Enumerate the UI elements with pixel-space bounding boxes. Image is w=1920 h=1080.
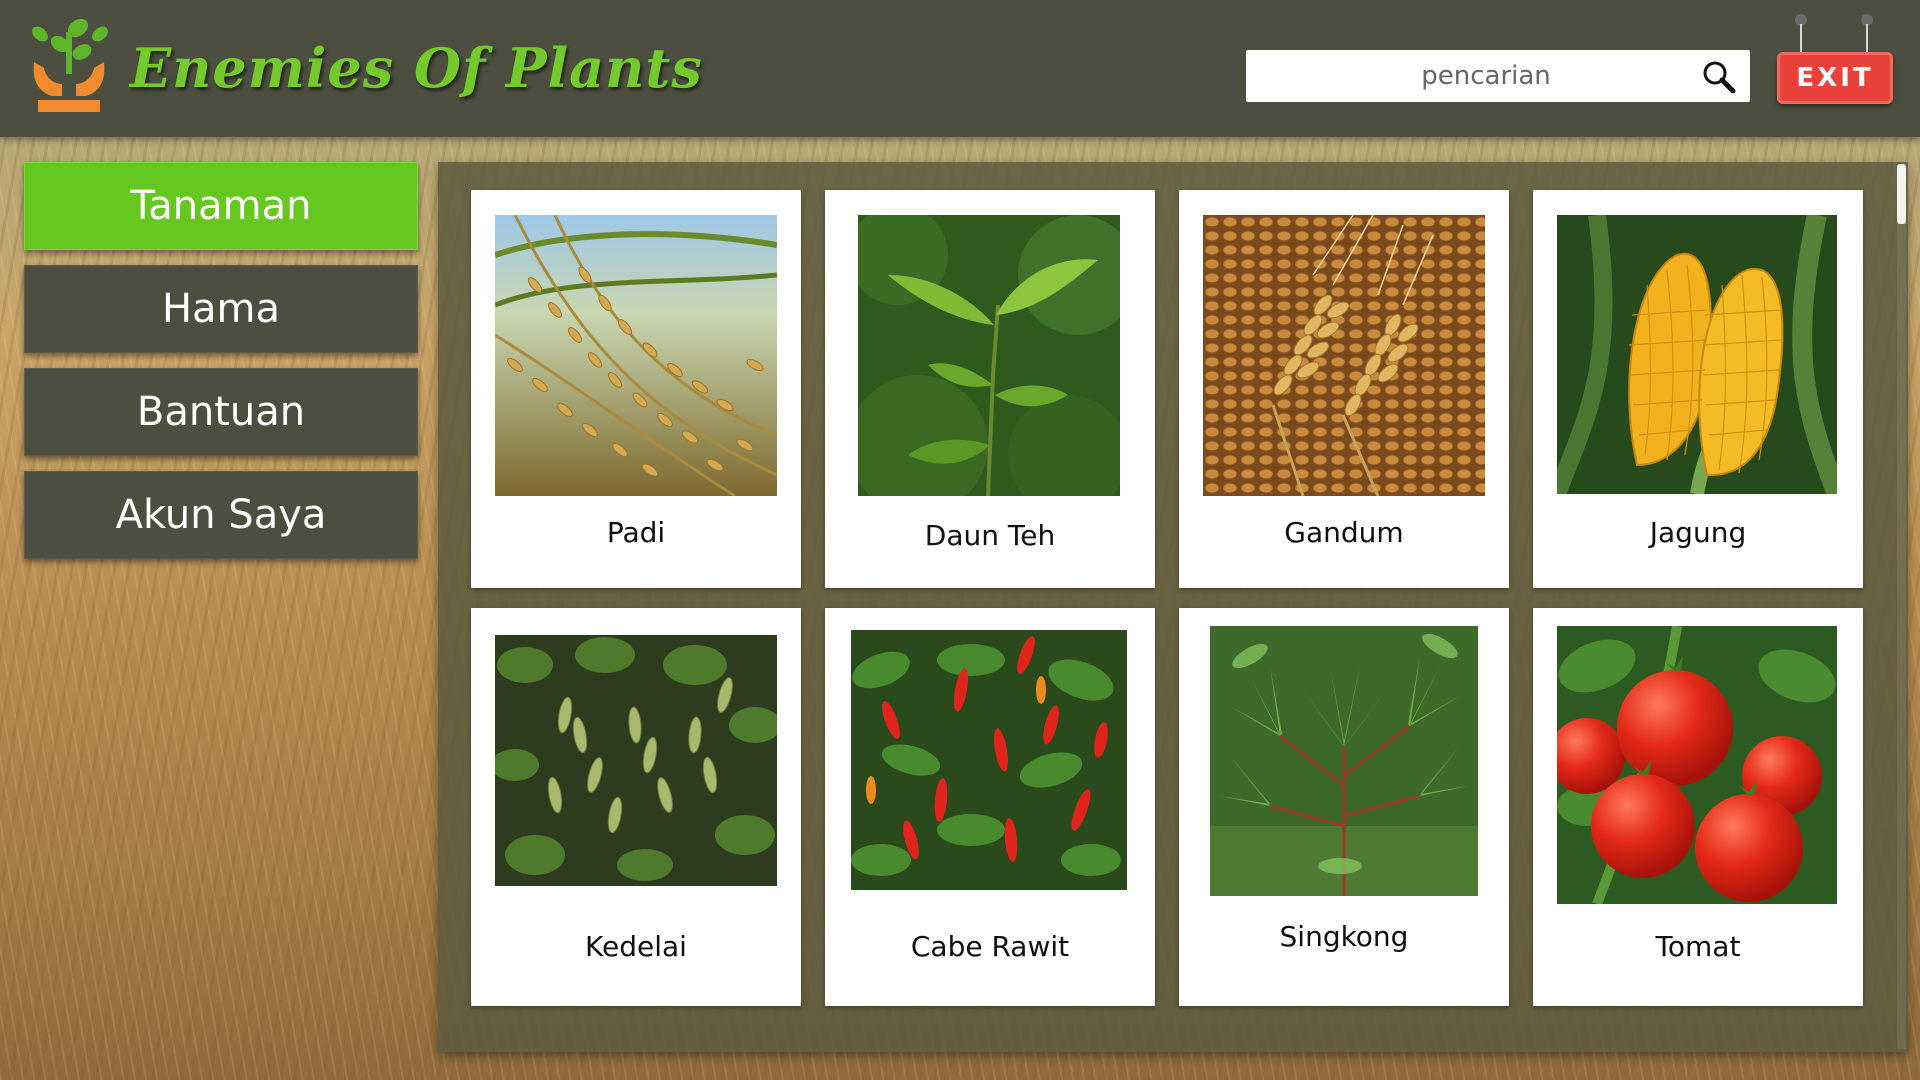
plant-card-tomat[interactable]: Tomat bbox=[1533, 608, 1863, 1006]
plant-label: Gandum bbox=[1284, 516, 1404, 549]
plant-card-daun-teh[interactable]: Daun Teh bbox=[825, 190, 1155, 588]
vertical-scrollbar[interactable] bbox=[1897, 164, 1906, 1049]
search-icon[interactable] bbox=[1702, 60, 1736, 94]
plant-card-cabe-rawit[interactable]: Cabe Rawit bbox=[825, 608, 1155, 1006]
exit-button[interactable]: EXIT bbox=[1777, 52, 1893, 104]
app-window: Enemies Of Plants EXIT Tanaman Hama Bant… bbox=[0, 0, 1920, 1080]
header-bar: Enemies Of Plants EXIT bbox=[0, 0, 1920, 137]
hanging-string bbox=[1800, 24, 1802, 54]
plant-card-singkong[interactable]: Singkong bbox=[1179, 608, 1509, 1006]
corn-photo bbox=[1557, 215, 1837, 494]
plant-label: Padi bbox=[606, 516, 666, 549]
plant-card-gandum[interactable]: Gandum bbox=[1179, 190, 1509, 588]
plant-card-kedelai[interactable]: Kedelai bbox=[471, 608, 801, 1006]
sidebar-item-bantuan[interactable]: Bantuan bbox=[24, 368, 418, 456]
plant-label: Tomat bbox=[1655, 930, 1741, 963]
plant-label: Jagung bbox=[1649, 516, 1747, 549]
plant-label: Cabe Rawit bbox=[910, 930, 1070, 963]
search-bar bbox=[1246, 50, 1750, 102]
tea-leaf-photo bbox=[858, 215, 1120, 496]
cassava-photo bbox=[1210, 626, 1478, 896]
sidebar-item-akun-saya[interactable]: Akun Saya bbox=[24, 471, 418, 559]
search-input[interactable] bbox=[1246, 50, 1686, 102]
plant-hands-logo-icon bbox=[28, 14, 110, 116]
wheat-photo bbox=[1203, 215, 1485, 496]
plant-label: Kedelai bbox=[585, 930, 687, 963]
app-title: Enemies Of Plants bbox=[130, 36, 703, 100]
plant-card-jagung[interactable]: Jagung bbox=[1533, 190, 1863, 588]
tomato-photo bbox=[1557, 626, 1837, 904]
exit-sign: EXIT bbox=[1775, 14, 1895, 104]
sidebar-nav: Tanaman Hama Bantuan Akun Saya bbox=[24, 162, 420, 574]
rice-photo bbox=[495, 215, 777, 496]
soybean-photo bbox=[495, 635, 777, 886]
plant-label: Singkong bbox=[1279, 920, 1409, 953]
plant-label: Daun Teh bbox=[924, 519, 1056, 552]
sidebar-item-hama[interactable]: Hama bbox=[24, 265, 418, 353]
sidebar-item-tanaman[interactable]: Tanaman bbox=[24, 162, 418, 250]
hanging-string bbox=[1866, 24, 1868, 54]
plant-card-padi[interactable]: Padi bbox=[471, 190, 801, 588]
scroll-thumb[interactable] bbox=[1897, 164, 1906, 224]
chili-photo bbox=[851, 630, 1127, 890]
